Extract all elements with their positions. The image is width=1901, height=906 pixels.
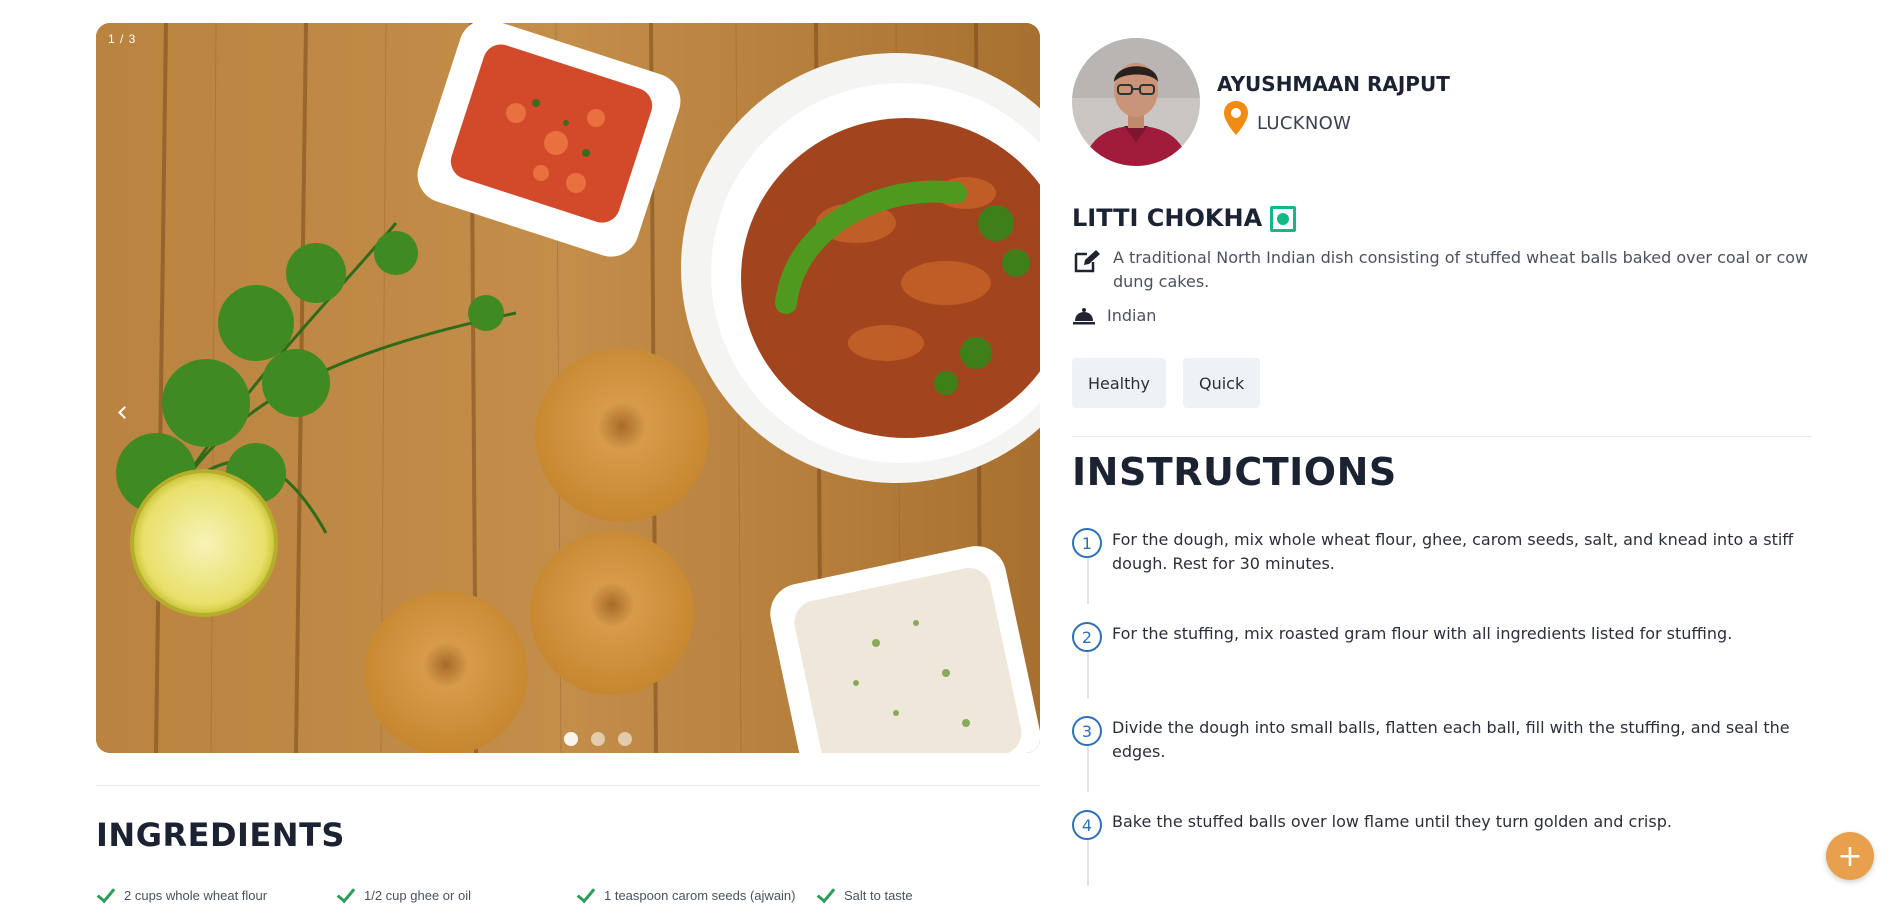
check-icon: [336, 888, 356, 902]
plus-icon: +: [1837, 838, 1863, 874]
ingredient-item: 1 teaspoon carom seeds (ajwain): [576, 885, 796, 905]
step-connector: [1087, 652, 1089, 698]
carousel-dot-2[interactable]: [591, 732, 605, 746]
chevron-left-icon: [117, 405, 131, 419]
ingredient-text: 1/2 cup ghee or oil: [364, 887, 471, 903]
step-text: Divide the dough into small balls, flatt…: [1112, 718, 1790, 761]
section-divider: [96, 785, 1040, 786]
step-number: 1: [1072, 528, 1102, 558]
recipe-image-carousel[interactable]: 1 / 3: [96, 23, 1040, 753]
step-text: For the stuffing, mix roasted gram flour…: [1112, 624, 1733, 643]
carousel-next-button[interactable]: [998, 395, 1026, 429]
recipe-description: A traditional North Indian dish consisti…: [1113, 248, 1809, 291]
author-location: LUCKNOW: [1257, 113, 1352, 134]
carousel-dot-3[interactable]: [618, 732, 632, 746]
step-number: 4: [1072, 810, 1102, 840]
carousel-dot-1[interactable]: [564, 732, 578, 746]
ingredient-text: Salt to taste: [844, 887, 913, 903]
carousel-prev-button[interactable]: [110, 395, 138, 429]
recipe-photo: [96, 23, 1040, 753]
author-name[interactable]: AYUSHMAAN RAJPUT: [1217, 72, 1450, 96]
ingredient-text: 2 cups whole wheat flour: [124, 887, 268, 903]
recipe-cuisine: Indian: [1107, 306, 1157, 325]
step-connector: [1087, 558, 1089, 604]
ingredient-item: Salt to taste: [816, 885, 913, 905]
tag-healthy[interactable]: Healthy: [1072, 358, 1167, 408]
add-button[interactable]: +: [1826, 832, 1874, 880]
map-pin-icon: [1224, 101, 1248, 135]
ingredients-heading: INGREDIENTS: [96, 816, 345, 854]
step-connector: [1087, 746, 1089, 792]
section-divider: [1072, 436, 1812, 437]
chevron-right-icon: [1005, 405, 1019, 419]
instructions-heading: INSTRUCTIONS: [1072, 450, 1397, 494]
check-icon: [96, 888, 116, 902]
ingredient-item: 2 cups whole wheat flour: [96, 885, 267, 905]
check-icon: [576, 888, 596, 902]
tag-quick[interactable]: Quick: [1183, 358, 1261, 408]
check-icon: [816, 888, 836, 902]
step-text: Bake the stuffed balls over low flame un…: [1112, 812, 1672, 831]
slide-counter: 1 / 3: [108, 32, 137, 46]
step-text: For the dough, mix whole wheat flour, gh…: [1112, 530, 1794, 573]
author-avatar[interactable]: [1072, 38, 1200, 166]
step-number: 2: [1072, 622, 1102, 652]
cloche-icon: [1073, 308, 1095, 325]
edit-icon: [1074, 250, 1100, 273]
veg-icon: [1270, 206, 1296, 232]
ingredient-item: 1/2 cup ghee or oil: [336, 885, 471, 905]
ingredient-text: 1 teaspoon carom seeds (ajwain): [604, 887, 796, 903]
recipe-title: LITTI CHOKHA: [1072, 204, 1263, 232]
step-number: 3: [1072, 716, 1102, 746]
step-connector: [1087, 840, 1089, 886]
